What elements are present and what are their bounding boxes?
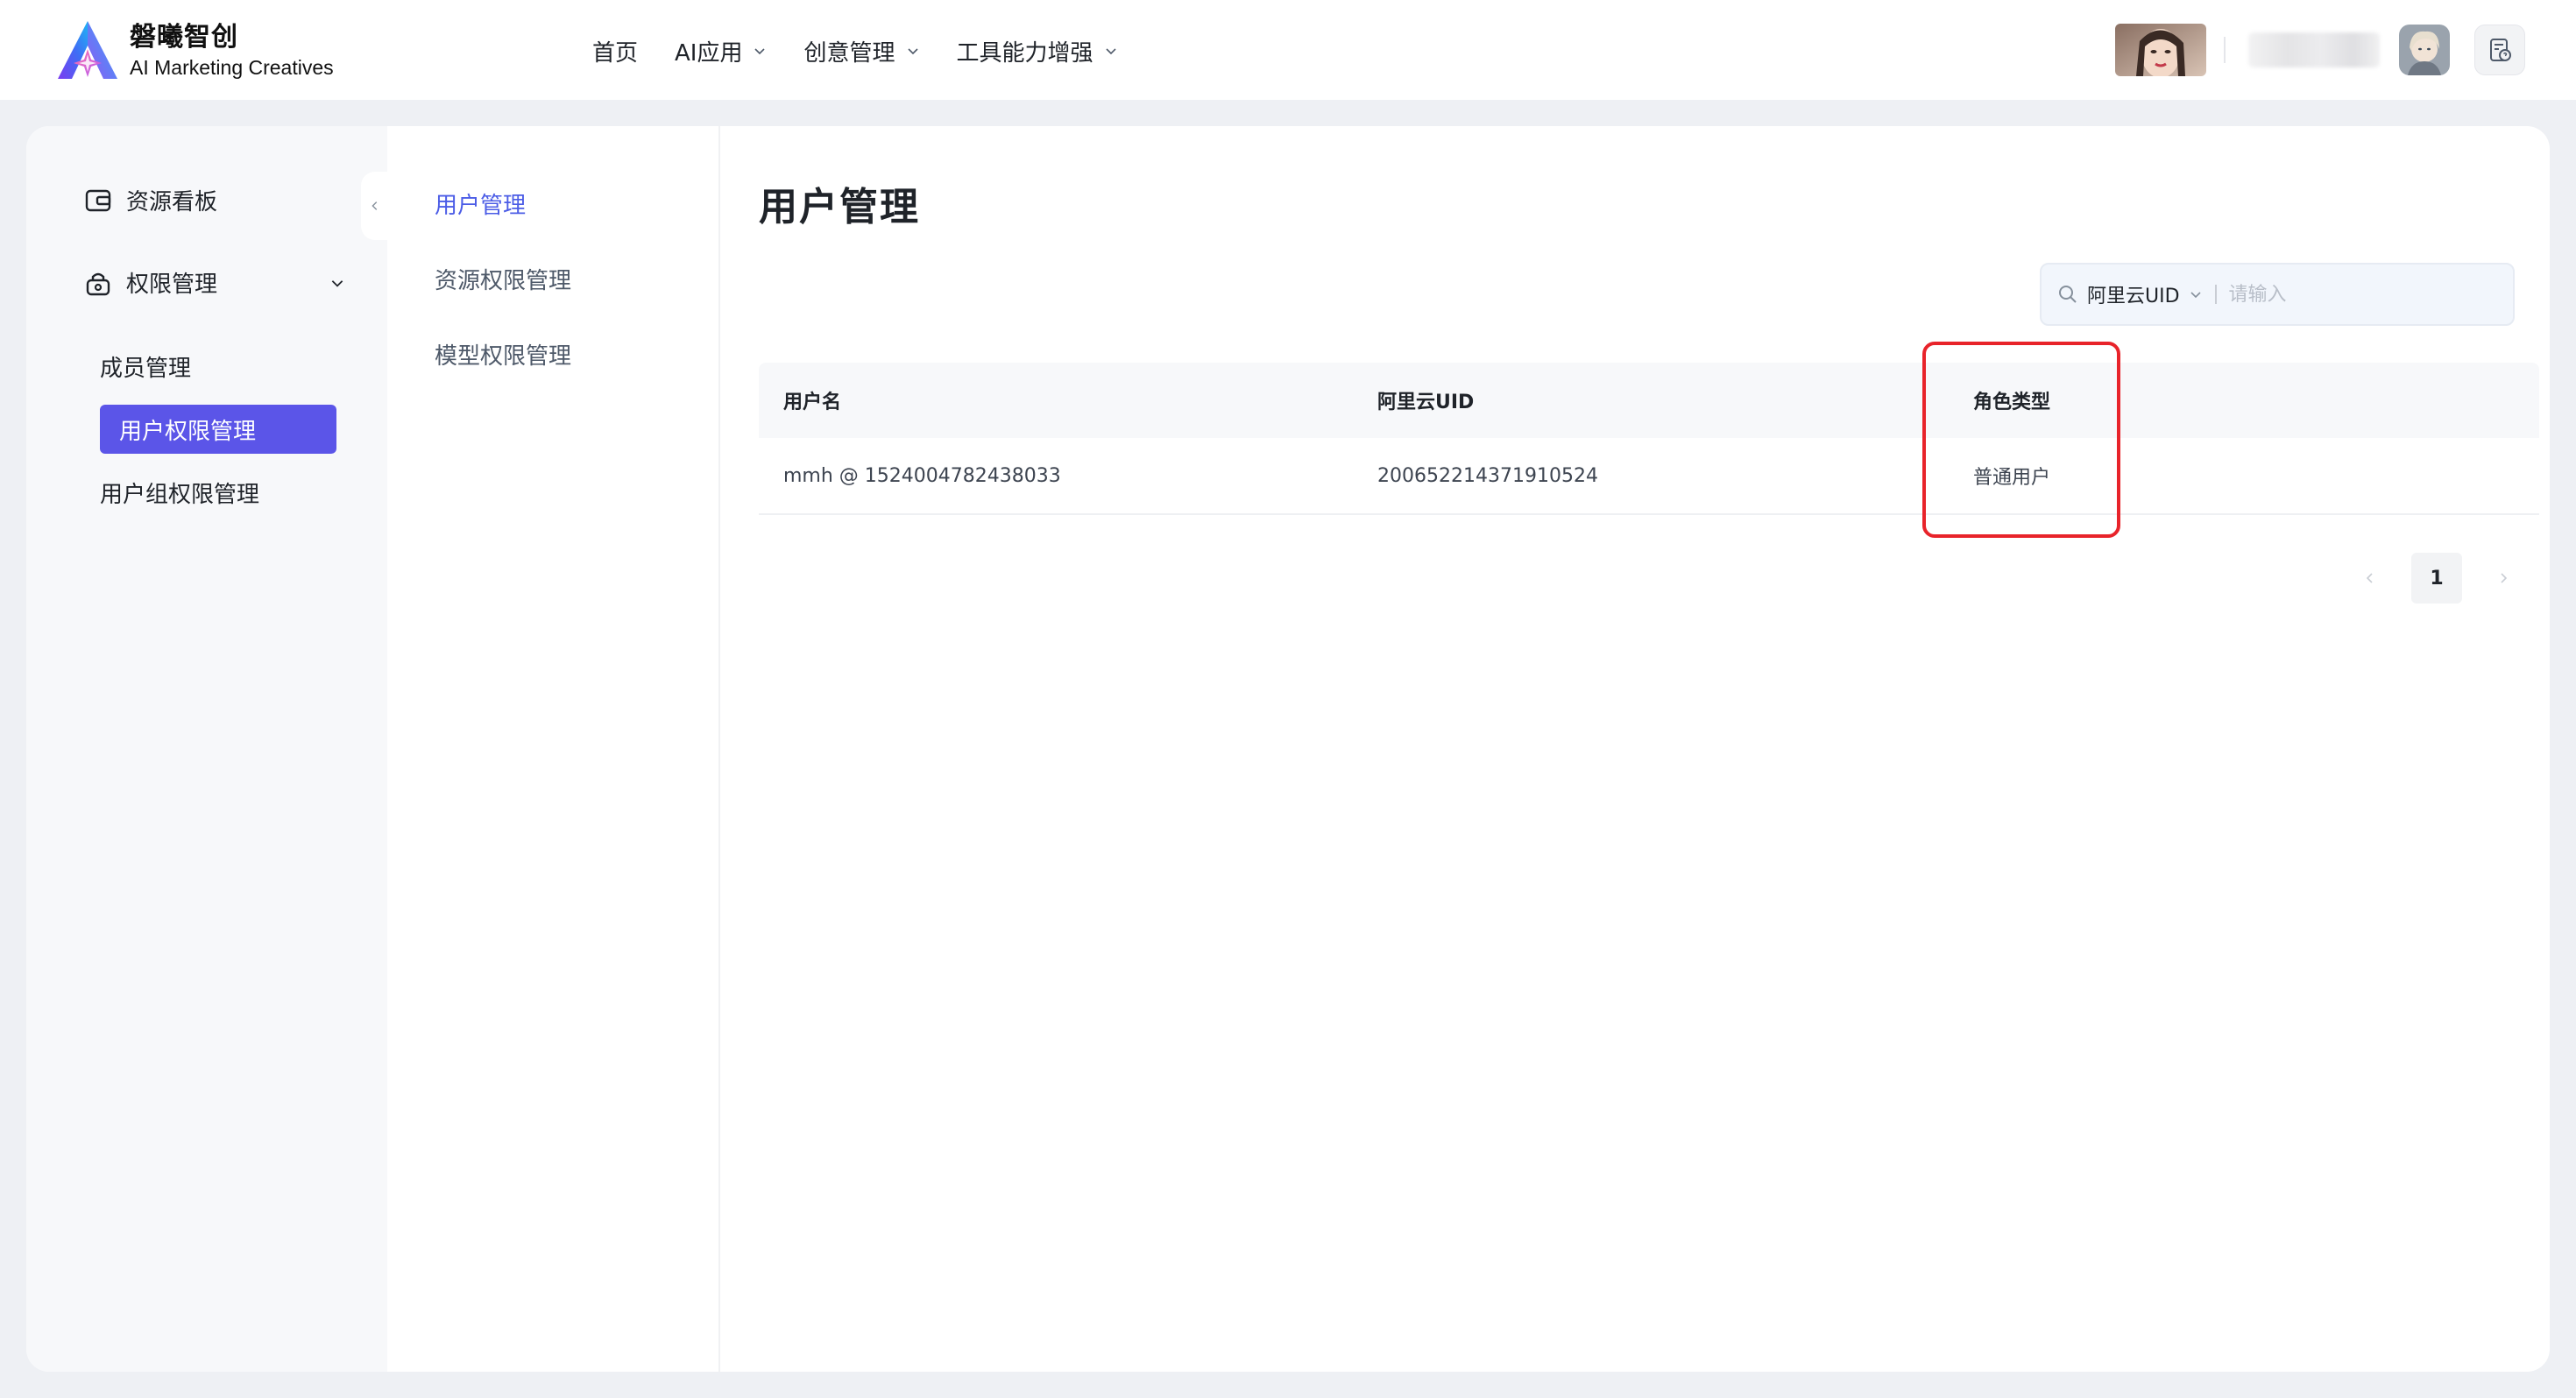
user-table: 用户名 阿里云UID 角色类型 mmh @ 1524004782438033 2… <box>759 363 2539 515</box>
nav-item-label: AI应用 <box>675 39 743 67</box>
brand-logo-icon <box>58 21 117 79</box>
subnav-item-resource-permission[interactable]: 资源权限管理 <box>435 263 571 295</box>
lock-icon <box>86 272 110 295</box>
chevron-down-icon <box>754 48 766 55</box>
sidebar-subitem-user-group-permission-management[interactable]: 用户组权限管理 <box>100 477 259 509</box>
sidebar-subitem-label: 用户权限管理 <box>119 418 257 445</box>
blurred-username <box>2248 32 2380 67</box>
search-bar: 阿里云UID <box>2040 263 2515 326</box>
sidebar-item-resource-dashboard[interactable]: 资源看板 <box>84 184 217 216</box>
cell-aliyun-uid: 200652214371910524 <box>1377 464 1598 487</box>
nav-item-home[interactable]: 首页 <box>592 35 638 67</box>
collapse-sidebar-button[interactable] <box>361 172 389 240</box>
page-number-button[interactable]: 1 <box>2411 553 2462 604</box>
help-document-icon <box>2490 39 2511 61</box>
pagination: 1 <box>2357 552 2516 604</box>
nav-item-label: 首页 <box>592 39 639 67</box>
brand-name-en: AI Marketing Creatives <box>130 56 334 79</box>
top-navigation-bar: 磐曦智创 AI Marketing Creatives 首页 AI应用 创意管理… <box>0 0 2576 100</box>
search-field-select[interactable]: 阿里云UID <box>2087 280 2180 308</box>
column-header-aliyun-uid: 阿里云UID <box>1377 392 1475 413</box>
next-page-button[interactable] <box>2490 565 2516 591</box>
content-area: 用户管理 阿里云UID 用户名 阿里云UID 角色类型 mmh @ 152400… <box>720 126 2550 1372</box>
search-icon <box>2059 286 2077 303</box>
cell-username: mmh @ 1524004782438033 <box>783 464 1061 487</box>
nav-item-label: 工具能力增强 <box>956 39 1093 67</box>
page-title: 用户管理 <box>759 185 920 229</box>
chevron-down-icon[interactable] <box>2189 287 2203 301</box>
user-area <box>2115 23 2525 77</box>
sidebar: 资源看板 权限管理 成员管理 用户权限管理 用户组权限管理 <box>26 126 389 1372</box>
sidebar-item-permission-management[interactable]: 权限管理 <box>84 266 347 299</box>
chevron-down-icon <box>1105 48 1116 55</box>
nav-item-creative-management[interactable]: 创意管理 <box>803 35 919 67</box>
column-header-username: 用户名 <box>783 392 842 413</box>
divider <box>2214 285 2217 304</box>
help-center-button[interactable] <box>2474 25 2525 75</box>
main-card: 资源看板 权限管理 成员管理 用户权限管理 用户组权限管理 用户管理 资源权限管… <box>26 126 2550 1372</box>
sidebar-item-label: 权限管理 <box>126 272 218 298</box>
chevron-left-icon <box>2366 573 2373 583</box>
divider <box>2224 37 2226 63</box>
subnav-item-user-management[interactable]: 用户管理 <box>435 187 526 220</box>
table-header: 用户名 阿里云UID 角色类型 <box>759 363 2539 438</box>
brand-name-cn: 磐曦智创 <box>130 22 238 53</box>
sidebar-subitem-user-permission-management[interactable]: 用户权限管理 <box>100 405 336 454</box>
chevron-down-icon <box>331 280 343 287</box>
search-input[interactable] <box>2228 283 2492 306</box>
annotation-highlight-box <box>1922 342 2120 538</box>
table-row[interactable]: mmh @ 1524004782438033 20065221437191052… <box>759 438 2539 515</box>
sidebar-item-label: 资源看板 <box>126 189 218 215</box>
sidebar-subitem-member-management[interactable]: 成员管理 <box>100 350 191 383</box>
previous-page-button[interactable] <box>2357 565 2383 591</box>
promo-thumbnail[interactable] <box>2115 24 2206 76</box>
subnav-item-model-permission[interactable]: 模型权限管理 <box>435 338 571 371</box>
chevron-right-icon <box>2501 573 2508 583</box>
chevron-down-icon <box>907 48 918 55</box>
nav-item-label: 创意管理 <box>803 39 895 67</box>
dashboard-icon <box>85 189 111 211</box>
secondary-nav: 用户管理 资源权限管理 模型权限管理 <box>387 126 720 1372</box>
nav-item-tool-enhancement[interactable]: 工具能力增强 <box>957 35 1118 67</box>
chevron-left-icon <box>372 201 378 210</box>
brand-logo[interactable]: 磐曦智创 AI Marketing Creatives <box>54 19 422 82</box>
avatar[interactable] <box>2399 25 2450 75</box>
main-nav: 首页 AI应用 创意管理 工具能力增强 <box>592 26 1155 75</box>
nav-item-ai-apps[interactable]: AI应用 <box>675 35 767 67</box>
